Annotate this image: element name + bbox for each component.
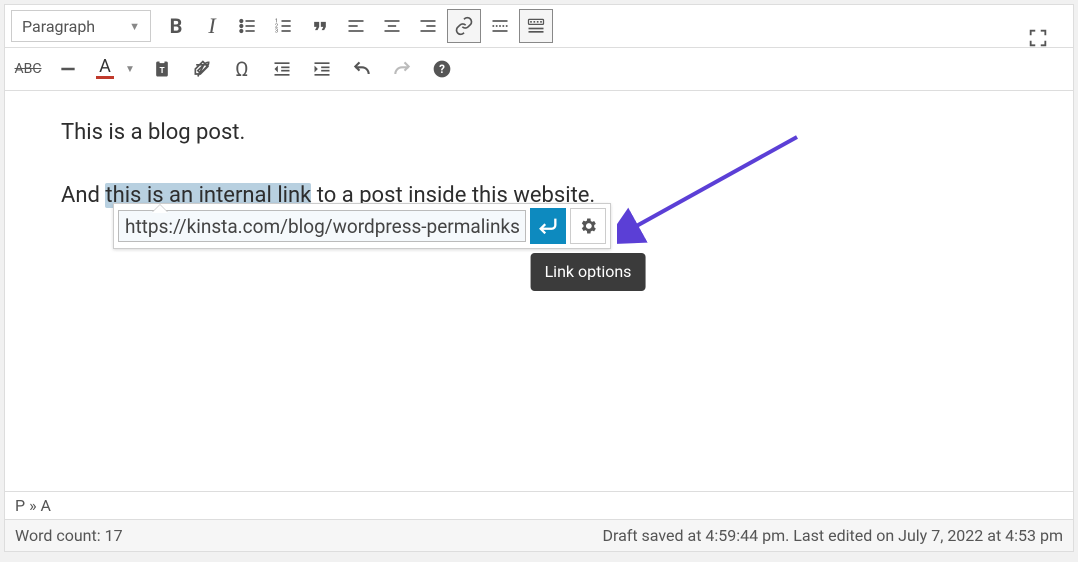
- editor-content[interactable]: This is a blog post. And this is an inte…: [5, 91, 1073, 471]
- content-paragraph-1: This is a blog post.: [61, 120, 245, 145]
- blockquote-button[interactable]: [303, 9, 337, 43]
- svg-text:3: 3: [275, 29, 278, 35]
- editor-footer: P » A Word count: 17 Draft saved at 4:59…: [5, 491, 1073, 551]
- italic-button[interactable]: I: [195, 9, 229, 43]
- special-char-button[interactable]: Ω: [225, 52, 259, 86]
- content-p2-before: And: [61, 183, 105, 208]
- text-color-button[interactable]: A ▼: [91, 60, 139, 79]
- toolbar-toggle-button[interactable]: [519, 9, 553, 43]
- chevron-down-icon[interactable]: ▼: [121, 64, 139, 75]
- format-select-label: Paragraph: [22, 17, 95, 36]
- apply-link-button[interactable]: [530, 208, 566, 244]
- outdent-button[interactable]: [265, 52, 299, 86]
- help-button[interactable]: ?: [425, 52, 459, 86]
- link-options-tooltip: Link options: [531, 253, 646, 291]
- link-popover: Link options: [113, 203, 611, 249]
- format-select[interactable]: Paragraph ▼: [11, 10, 151, 42]
- align-right-button[interactable]: [411, 9, 445, 43]
- insert-more-button[interactable]: [483, 9, 517, 43]
- fullscreen-button[interactable]: [1021, 21, 1055, 55]
- indent-button[interactable]: [305, 52, 339, 86]
- chevron-down-icon: ▼: [129, 20, 140, 33]
- element-path[interactable]: P » A: [5, 491, 1073, 519]
- toolbar-row-1: Paragraph ▼ B I 123: [5, 5, 1073, 48]
- clear-formatting-button[interactable]: [185, 52, 219, 86]
- horizontal-rule-button[interactable]: [51, 52, 85, 86]
- svg-text:?: ?: [439, 62, 445, 76]
- align-center-button[interactable]: [375, 9, 409, 43]
- link-url-input[interactable]: [118, 210, 526, 242]
- bullet-list-button[interactable]: [231, 9, 265, 43]
- align-left-button[interactable]: [339, 9, 373, 43]
- numbered-list-button[interactable]: 123: [267, 9, 301, 43]
- svg-text:T: T: [159, 66, 164, 76]
- paste-text-button[interactable]: T: [145, 52, 179, 86]
- toolbar-row-2: ABC A ▼ T Ω ?: [5, 48, 1073, 91]
- insert-link-button[interactable]: [447, 9, 481, 43]
- word-count: Word count: 17: [15, 526, 123, 545]
- undo-button[interactable]: [345, 52, 379, 86]
- link-options-button[interactable]: Link options: [570, 208, 606, 244]
- bold-button[interactable]: B: [159, 9, 193, 43]
- strikethrough-button[interactable]: ABC: [11, 52, 45, 86]
- redo-button[interactable]: [385, 52, 419, 86]
- save-status: Draft saved at 4:59:44 pm. Last edited o…: [602, 526, 1063, 545]
